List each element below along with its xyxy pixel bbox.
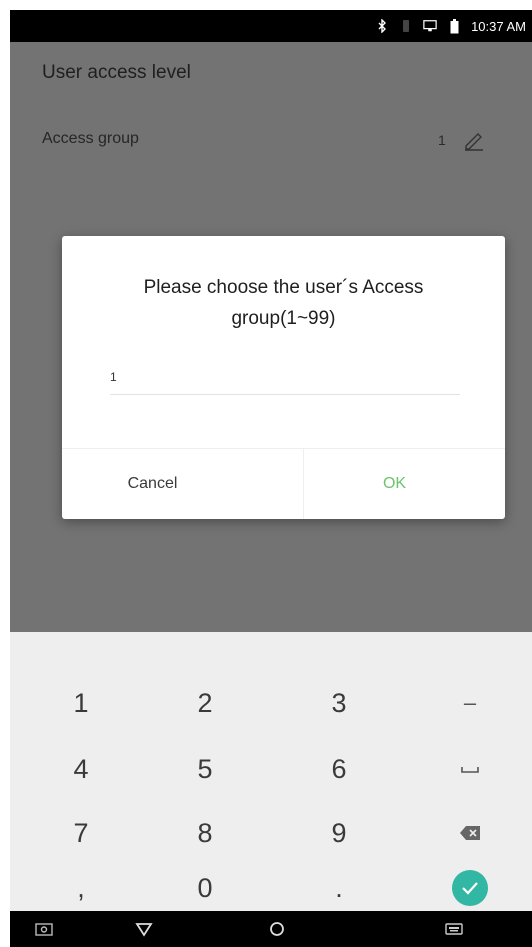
key-3[interactable]: 3 xyxy=(284,670,394,736)
home-icon xyxy=(270,922,284,936)
access-group-value: 1 xyxy=(438,132,446,148)
screenshot-button[interactable] xyxy=(22,911,66,947)
home-button[interactable] xyxy=(255,911,299,947)
keyboard-button[interactable] xyxy=(432,911,476,947)
edit-icon[interactable] xyxy=(462,128,486,152)
key-4[interactable]: 4 xyxy=(26,736,136,802)
check-icon xyxy=(452,870,488,906)
back-icon xyxy=(135,923,153,937)
section-title: User access level xyxy=(42,62,191,83)
access-group-input[interactable]: 1 xyxy=(110,368,460,395)
signal-icon xyxy=(399,18,413,34)
cancel-button[interactable]: Cancel xyxy=(62,448,303,519)
status-bar: 10:37 AM xyxy=(10,10,532,42)
key-6[interactable]: 6 xyxy=(284,736,394,802)
keyboard-icon xyxy=(445,923,463,935)
space-key[interactable] xyxy=(415,736,525,802)
key-2[interactable]: 2 xyxy=(150,670,260,736)
numeric-keypad: 1 2 3 – 4 5 6 7 8 9 , 0 . xyxy=(10,632,532,911)
minus-key[interactable]: – xyxy=(415,670,525,736)
back-button[interactable] xyxy=(122,911,166,947)
dialog-message: Please choose the user´s Access group(1~… xyxy=(143,277,424,329)
battery-icon xyxy=(447,18,461,34)
navigation-bar xyxy=(10,911,532,947)
cast-icon xyxy=(423,18,437,34)
space-icon xyxy=(461,767,479,773)
ok-button[interactable]: OK xyxy=(304,448,505,519)
key-5[interactable]: 5 xyxy=(150,736,260,802)
status-time: 10:37 AM xyxy=(471,18,526,34)
screenshot-icon xyxy=(35,923,53,936)
key-1[interactable]: 1 xyxy=(26,670,136,736)
bluetooth-icon xyxy=(375,18,389,34)
backspace-icon xyxy=(460,826,480,840)
access-group-label[interactable]: Access group xyxy=(42,130,139,148)
access-group-dialog: Please choose the user´s Access group(1~… xyxy=(62,236,505,519)
settings-screen: User access level Access group 1 Please … xyxy=(10,42,532,632)
